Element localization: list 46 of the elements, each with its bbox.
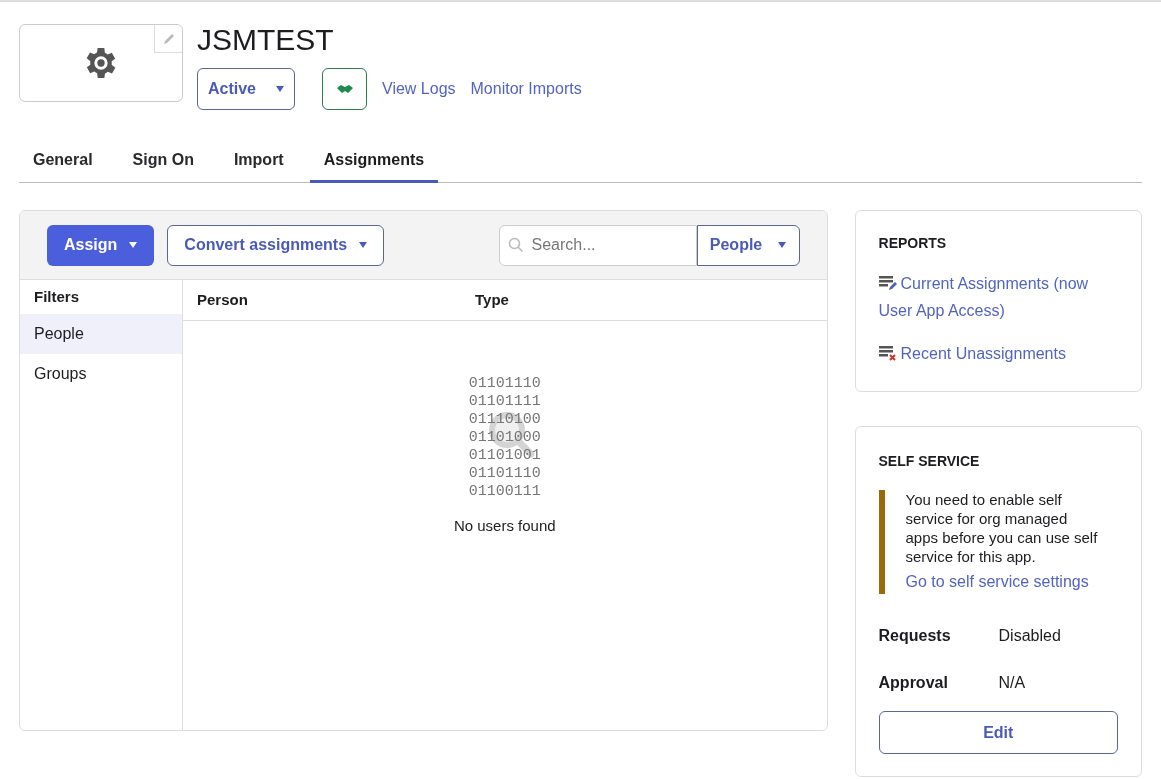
status-dropdown[interactable]: Active xyxy=(197,68,295,110)
report-link[interactable]: Recent Unassignments xyxy=(878,340,1118,367)
column-header: Type xyxy=(475,289,509,310)
field-value: Disabled xyxy=(998,626,1061,646)
column-header: Person xyxy=(196,289,249,310)
binary-line: 01101111 xyxy=(468,393,541,411)
search-field[interactable]: Search... xyxy=(498,224,697,266)
caret-icon xyxy=(359,242,368,248)
pencil-icon xyxy=(161,31,176,46)
header-link[interactable]: View Logs xyxy=(382,77,456,101)
self-service-heading: SELF SERVICE xyxy=(878,452,981,471)
search-input[interactable]: Search... xyxy=(531,233,682,257)
filters-heading: Filters xyxy=(33,286,80,307)
table-edit-icon xyxy=(878,275,897,291)
search-icon xyxy=(507,237,524,253)
tab[interactable]: Sign On xyxy=(118,140,208,183)
binary-line: 01101000 xyxy=(468,429,541,447)
notice-text: You need to enable self service for org managed apps before you can use self service for this app. xyxy=(905,490,1099,566)
binary-line: 01110100 xyxy=(468,411,541,429)
reports-heading: REPORTS xyxy=(878,234,948,253)
empty-message: No users found xyxy=(453,516,556,536)
app-title: JSMTEST xyxy=(197,24,335,56)
search-scope-dropdown[interactable]: People xyxy=(696,224,800,266)
assign-button[interactable]: Assign xyxy=(47,224,155,266)
self-service-settings-link[interactable]: Go to self service settings xyxy=(905,570,1118,594)
filter-item[interactable]: People xyxy=(20,314,182,354)
provisioning-button[interactable] xyxy=(322,68,367,110)
field-label: Approval xyxy=(878,673,949,693)
binary-line: 01101110 xyxy=(468,465,541,483)
caret-icon xyxy=(276,86,284,92)
binary-line: 01101110 xyxy=(468,375,541,393)
binary-line: 01101001 xyxy=(468,447,541,465)
binary-line: 01100111 xyxy=(468,483,541,501)
tab[interactable]: General xyxy=(19,140,107,183)
caret-icon xyxy=(778,242,787,248)
tab[interactable]: Assignments xyxy=(309,140,439,183)
field-value: N/A xyxy=(998,673,1026,693)
caret-icon xyxy=(129,242,138,248)
convert-assignments-button[interactable]: Convert assignments xyxy=(167,224,385,266)
edit-button[interactable]: Edit xyxy=(878,711,1118,754)
report-link[interactable]: Current Assignments (now User App Access) xyxy=(878,270,1118,324)
tab[interactable]: Import xyxy=(219,140,298,183)
handshake-icon xyxy=(335,83,354,95)
header-link[interactable]: Monitor Imports xyxy=(470,77,582,101)
field-label: Requests xyxy=(878,626,952,646)
table-remove-icon xyxy=(878,345,897,361)
